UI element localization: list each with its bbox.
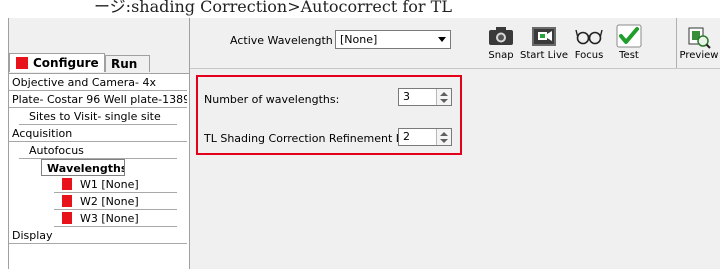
preview-icon <box>687 26 711 50</box>
tree-item-label: Wavelengths <box>47 162 125 175</box>
mode-tabs: Configure Run <box>9 53 189 73</box>
num-wavelengths-value: 3 <box>403 90 410 103</box>
tl-refinement-spinner[interactable]: 2 <box>398 128 452 146</box>
toolbar: Active Wavelength [None] Snap Start Live… <box>190 18 720 69</box>
tree-item-label: Display <box>12 229 53 242</box>
configure-status-icon <box>16 57 28 69</box>
caption-text: ージ:shading Correction>Autocorrect for TL <box>0 0 720 18</box>
tree-item-label: Sites to Visit- single site <box>29 110 161 123</box>
wavelength-marker-icon <box>62 195 72 207</box>
tree-item-label: Acquisition <box>12 127 73 140</box>
tree-item-display[interactable]: Display <box>9 227 187 244</box>
snap-button[interactable]: Snap <box>486 24 516 61</box>
tree-item-label: W1 [None] <box>80 178 139 191</box>
tree-item-objective-camera[interactable]: Objective and Camera- 4x <box>9 74 187 91</box>
start-live-button[interactable]: Start Live <box>520 24 568 61</box>
tree-item-w3[interactable]: W3 [None] <box>54 210 177 227</box>
active-wavelength-label: Active Wavelength <box>230 34 333 47</box>
active-wavelength-select[interactable]: [None] <box>335 30 451 49</box>
tree-item-wavelengths[interactable]: Wavelengths <box>41 159 125 176</box>
tree-item-label: Plate- Costar 96 Well plate-1389 <box>12 93 187 106</box>
tab-run[interactable]: Run <box>105 55 150 72</box>
test-button[interactable]: Test <box>614 24 644 61</box>
preview-label: Preview <box>679 50 719 61</box>
wavelength-marker-icon <box>62 212 72 224</box>
wavelength-marker-icon <box>62 178 72 190</box>
preview-button[interactable]: Preview <box>676 18 720 68</box>
tree-item-label: W3 [None] <box>80 212 139 225</box>
app-window: Configure Run Objective and Camera- 4x P… <box>8 18 720 270</box>
tree-item-w1[interactable]: W1 [None] <box>54 176 177 193</box>
tree-item-plate[interactable]: Plate- Costar 96 Well plate-1389 <box>9 91 187 108</box>
spin-down-icon[interactable] <box>440 99 448 103</box>
test-label: Test <box>619 50 639 61</box>
settings-tree: Objective and Camera- 4x Plate- Costar 9… <box>9 73 189 270</box>
start-live-label: Start Live <box>520 50 569 61</box>
tree-item-acquisition[interactable]: Acquisition <box>9 125 187 142</box>
focus-button[interactable]: Focus <box>572 24 606 61</box>
tree-item-autofocus[interactable]: Autofocus <box>19 142 177 159</box>
tree-item-label: Objective and Camera- 4x <box>12 76 156 89</box>
chevron-down-icon <box>438 37 446 42</box>
tree-item-label: Autofocus <box>29 144 84 157</box>
spinner-arrows[interactable] <box>436 129 451 145</box>
tree-item-w2[interactable]: W2 [None] <box>54 193 177 210</box>
num-wavelengths-spinner[interactable]: 3 <box>398 88 452 106</box>
tab-run-label: Run <box>111 57 138 71</box>
spinner-arrows[interactable] <box>436 89 451 105</box>
camera-icon <box>487 24 515 48</box>
num-wavelengths-label: Number of wavelengths: <box>204 93 340 106</box>
tree-item-label: W2 [None] <box>80 195 139 208</box>
spin-up-icon[interactable] <box>440 92 448 96</box>
active-wavelength-value: [None] <box>340 33 378 46</box>
settings-panel: Number of wavelengths: 3 TL Shading Corr… <box>190 69 720 269</box>
glasses-icon <box>575 24 603 48</box>
tl-refinement-label: TL Shading Correction Refinement Level: <box>204 132 429 145</box>
tree-item-sites[interactable]: Sites to Visit- single site <box>19 108 177 125</box>
spin-up-icon[interactable] <box>440 132 448 136</box>
focus-label: Focus <box>574 50 604 61</box>
spin-down-icon[interactable] <box>440 139 448 143</box>
checkmark-icon <box>615 24 643 48</box>
snap-label: Snap <box>488 50 514 61</box>
tl-refinement-value: 2 <box>403 130 410 143</box>
highlight-box: Number of wavelengths: 3 TL Shading Corr… <box>196 75 462 155</box>
tab-configure-label: Configure <box>33 56 99 70</box>
tab-configure[interactable]: Configure <box>9 53 105 72</box>
live-camera-icon <box>530 24 558 48</box>
left-pane: Configure Run Objective and Camera- 4x P… <box>9 18 190 270</box>
